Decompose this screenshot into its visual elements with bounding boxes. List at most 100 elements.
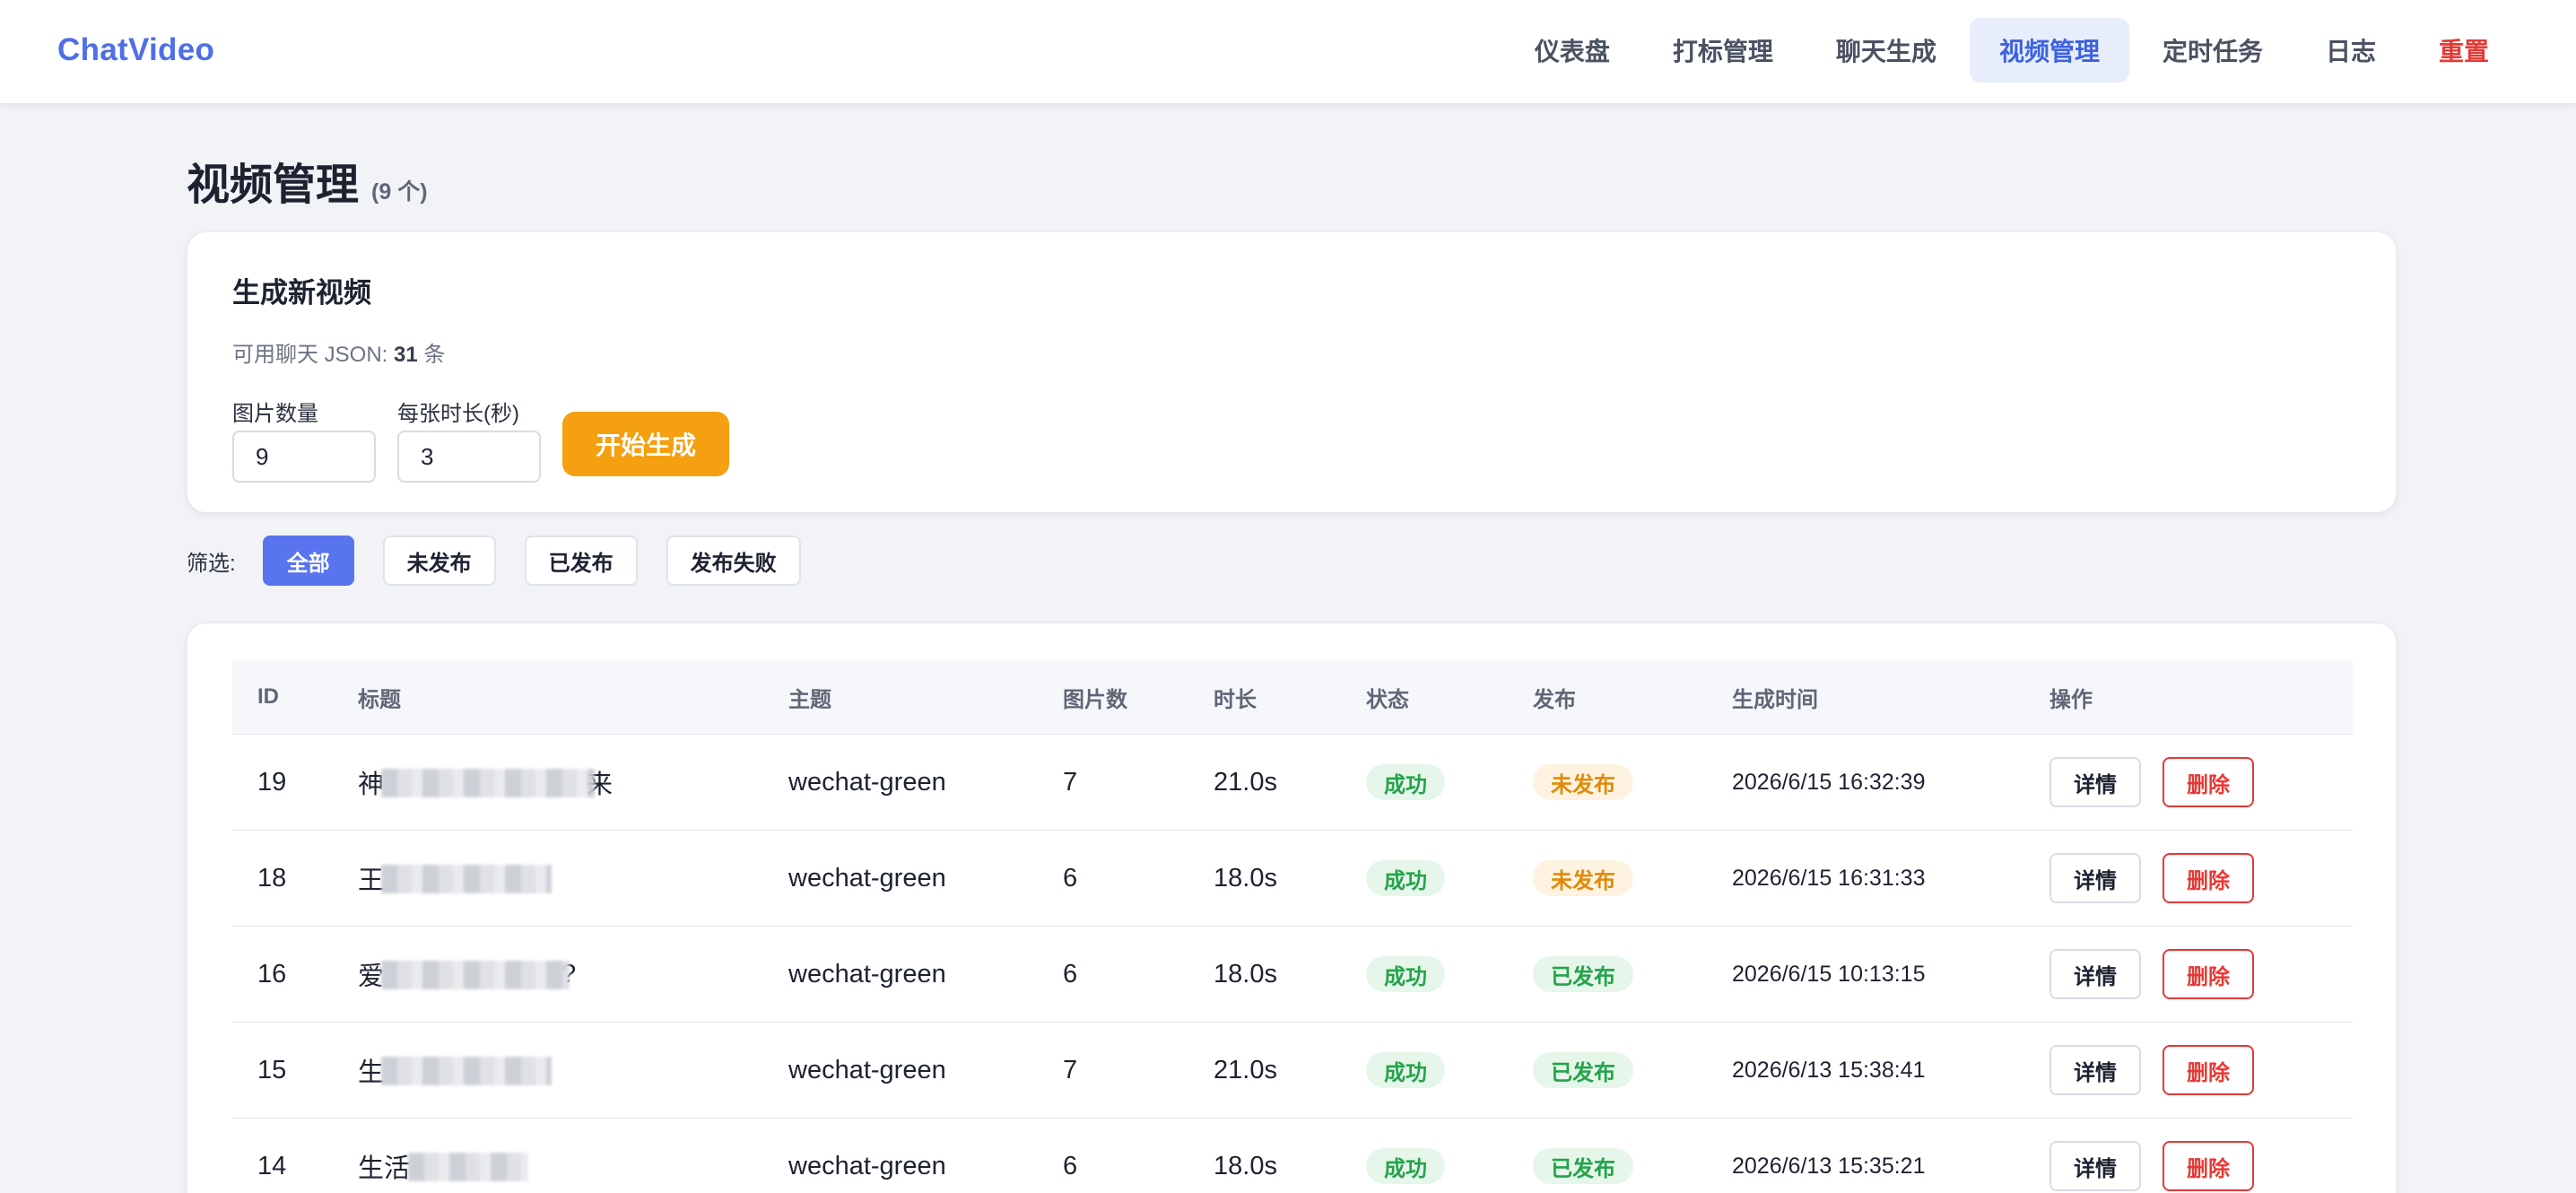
title-redaction-blur [381, 865, 552, 893]
cell-duration: 18.0s [1214, 863, 1277, 893]
column-header-publish: 发布 [1533, 687, 1576, 712]
available-chat-prefix: 可用聊天 JSON: [232, 343, 395, 367]
cell-status: 成功 [1366, 1023, 1445, 1118]
duration-label: 每张时长(秒) [397, 402, 519, 426]
start-generate-button[interactable]: 开始生成 [562, 412, 729, 476]
cell-actions: 详情 删除 [2049, 1023, 2276, 1118]
page-title: 视频管理 (9 个) [187, 149, 428, 212]
cell-theme: wechat-green [788, 767, 946, 797]
cell-actions: 详情 删除 [2049, 735, 2276, 830]
cell-publish: 已发布 [1533, 927, 1633, 1022]
column-header-status: 状态 [1366, 687, 1409, 712]
publish-badge: 已发布 [1533, 1148, 1633, 1184]
cell-actions: 详情 删除 [2049, 831, 2276, 926]
delete-button[interactable]: 删除 [2163, 1045, 2254, 1095]
video-table: ID 标题 主题 图片数 时长 状态 发布 生成时间 操作 19 神来 wechat-green 7 2… [232, 659, 2353, 1193]
nav-item-logs[interactable]: 日志 [2296, 18, 2406, 83]
video-count: (9 个) [371, 179, 428, 205]
generate-heading: 生成新视频 [232, 277, 371, 309]
column-header-title: 标题 [358, 687, 401, 712]
video-table-card: ID 标题 主题 图片数 时长 状态 发布 生成时间 操作 19 神来 wechat-green 7 2… [187, 623, 2397, 1193]
nav-item-videos[interactable]: 视频管理 [1969, 18, 2129, 83]
status-badge: 成功 [1366, 860, 1445, 896]
title-visible-start: 生 [358, 1058, 385, 1087]
filter-chip-publish-failed[interactable]: 发布失败 [666, 536, 801, 586]
cell-id: 14 [257, 1151, 287, 1180]
cell-created-time: 2026/6/15 16:32:39 [1732, 769, 1926, 795]
cell-actions: 详情 删除 [2049, 927, 2276, 1022]
column-header-image-count: 图片数 [1063, 687, 1127, 712]
table-body: 19 神来 wechat-green 7 21.0s 成功 未发布 2026/6/15 16:… [232, 735, 2353, 1193]
cell-status: 成功 [1366, 1119, 1445, 1193]
cell-image-count: 7 [1063, 767, 1078, 797]
cell-created-time: 2026/6/13 15:35:21 [1732, 1153, 1926, 1179]
detail-button[interactable]: 详情 [2049, 949, 2141, 999]
image-count-input[interactable]: 9 [232, 431, 376, 483]
cell-duration: 21.0s [1214, 767, 1277, 797]
title-redaction-blur [408, 1153, 528, 1181]
table-row[interactable]: 16爱?wechat-green618.0s成功已发布2026/6/15 10:… [232, 927, 2353, 1023]
filter-label: 筛选: [187, 551, 236, 576]
nav-item-reset[interactable]: 重置 [2409, 18, 2519, 83]
top-navbar: ChatVideo 仪表盘 打标管理 聊天生成 视频管理 定时任务 日志 重置 [0, 0, 2576, 104]
table-row[interactable]: 19 神来 wechat-green 7 21.0s 成功 未发布 2026/6/15 16:… [232, 735, 2353, 831]
cell-id: 19 [257, 767, 287, 797]
title-visible-start: 爱 [358, 962, 385, 991]
available-chat-json: 可用聊天 JSON: 31 条 [232, 336, 445, 368]
title-redaction-blur [381, 961, 570, 989]
available-chat-suffix: 条 [417, 343, 446, 367]
cell-duration: 18.0s [1214, 959, 1277, 988]
status-badge: 成功 [1366, 1052, 1445, 1088]
nav-item-tagging[interactable]: 打标管理 [1643, 18, 1803, 83]
column-header-id: ID [257, 684, 279, 709]
publish-badge: 未发布 [1533, 764, 1633, 800]
main-nav: 仪表盘 打标管理 聊天生成 视频管理 定时任务 日志 重置 [1505, 18, 2519, 83]
brand-logo[interactable]: ChatVideo [57, 32, 214, 68]
publish-badge: 已发布 [1533, 956, 1633, 992]
column-header-theme: 主题 [788, 687, 831, 712]
filter-bar: 筛选: 全部 未发布 已发布 发布失败 [187, 536, 830, 586]
publish-badge: 已发布 [1533, 1052, 1633, 1088]
filter-chip-unpublished[interactable]: 未发布 [382, 536, 496, 586]
delete-button[interactable]: 删除 [2163, 853, 2254, 903]
filter-chip-all[interactable]: 全部 [262, 536, 354, 586]
nav-item-schedule[interactable]: 定时任务 [2133, 18, 2293, 83]
page-heading: 视频管理 [187, 161, 360, 209]
cell-theme: wechat-green [788, 863, 946, 893]
cell-publish: 未发布 [1533, 831, 1633, 926]
title-redaction-blur [381, 1057, 552, 1085]
delete-button[interactable]: 删除 [2163, 757, 2254, 807]
cell-status: 成功 [1366, 735, 1445, 830]
publish-badge: 未发布 [1533, 860, 1633, 896]
detail-button[interactable]: 详情 [2049, 757, 2141, 807]
available-chat-count: 31 [394, 343, 418, 367]
table-row[interactable]: 15 生 wechat-green 7 21.0s 成功 已发布 2026/6/13 15:3… [232, 1023, 2353, 1119]
image-count-field: 图片数量 9 [232, 396, 376, 483]
cell-created-time: 2026/6/15 16:31:33 [1732, 865, 1926, 891]
cell-status: 成功 [1366, 927, 1445, 1022]
detail-button[interactable]: 详情 [2049, 1141, 2141, 1191]
detail-button[interactable]: 详情 [2049, 853, 2141, 903]
detail-button[interactable]: 详情 [2049, 1045, 2141, 1095]
duration-input[interactable]: 3 [397, 431, 541, 483]
column-header-created-time: 生成时间 [1732, 687, 1818, 712]
cell-image-count: 6 [1063, 863, 1078, 893]
nav-item-dashboard[interactable]: 仪表盘 [1505, 18, 1640, 83]
delete-button[interactable]: 删除 [2163, 949, 2254, 999]
status-badge: 成功 [1366, 764, 1445, 800]
cell-publish: 未发布 [1533, 735, 1633, 830]
cell-duration: 21.0s [1214, 1055, 1277, 1084]
cell-id: 15 [257, 1055, 287, 1084]
cell-created-time: 2026/6/13 15:38:41 [1732, 1057, 1926, 1083]
cell-image-count: 6 [1063, 959, 1078, 988]
table-row[interactable]: 18 王 wechat-green 6 18.0s 成功 未发布 2026/6/15 16:3… [232, 831, 2353, 927]
table-row[interactable]: 14 生活 wechat-green 6 18.0s 成功 已发布 2026/6/13 15:… [232, 1119, 2353, 1193]
cell-status: 成功 [1366, 831, 1445, 926]
cell-id: 16 [257, 959, 287, 988]
delete-button[interactable]: 删除 [2163, 1141, 2254, 1191]
nav-item-chat[interactable]: 聊天生成 [1806, 18, 1966, 83]
column-header-duration: 时长 [1214, 687, 1257, 712]
title-visible-start: 神 [358, 771, 385, 799]
duration-field: 每张时长(秒) 3 [397, 396, 541, 483]
filter-chip-published[interactable]: 已发布 [524, 536, 638, 586]
